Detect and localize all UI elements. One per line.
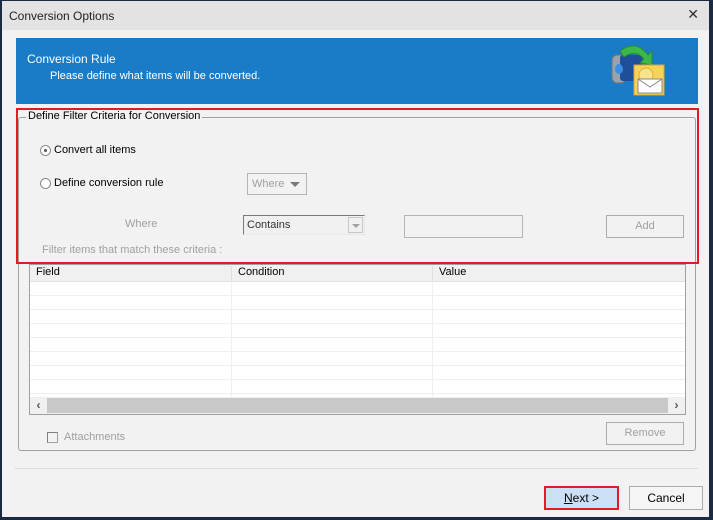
radio-button-unchecked[interactable] [40, 177, 51, 189]
criteria-table[interactable]: Field Condition Value ‹ › [29, 264, 686, 415]
where-dropdown-value: Where [252, 178, 285, 190]
convert-all-items-label: Convert all items [54, 144, 136, 156]
mailbox-to-envelope-conversion-icon [611, 45, 665, 96]
filter-items-label: Filter items that match these criteria : [42, 244, 223, 256]
scroll-right-icon[interactable]: › [668, 397, 685, 414]
header-banner: Conversion Rule Please define what items… [16, 38, 698, 104]
filter-criteria-legend: Define Filter Criteria for Conversion [26, 110, 203, 122]
table-row[interactable] [30, 380, 685, 394]
next-label: ext > [572, 491, 600, 505]
cancel-button[interactable]: Cancel [629, 486, 703, 510]
scroll-left-icon[interactable]: ‹ [30, 397, 47, 414]
add-button[interactable]: Add [606, 215, 684, 238]
define-conversion-rule-radio[interactable]: Define conversion rule [40, 177, 163, 189]
attachments-checkbox-row[interactable]: Attachments [47, 431, 125, 443]
where-label: Where [125, 218, 158, 230]
table-row[interactable] [30, 310, 685, 324]
column-divider [231, 281, 232, 398]
radio-button-checked[interactable] [40, 144, 51, 156]
next-button[interactable]: Next > [544, 486, 619, 510]
table-row[interactable] [30, 338, 685, 352]
table-header: Field Condition Value [30, 265, 685, 282]
column-header-value[interactable]: Value [432, 266, 685, 281]
chevron-down-icon [290, 182, 300, 187]
value-input[interactable] [404, 215, 523, 238]
table-row[interactable] [30, 296, 685, 310]
convert-all-items-radio[interactable]: Convert all items [40, 144, 136, 156]
title-bar: Conversion Options ✕ [2, 1, 709, 30]
banner-title: Conversion Rule [27, 52, 116, 66]
column-header-condition[interactable]: Condition [231, 266, 432, 281]
condition-dropdown[interactable]: Contains [243, 215, 365, 235]
window-title: Conversion Options [9, 9, 115, 23]
footer-divider [15, 468, 698, 469]
attachments-label: Attachments [64, 431, 126, 443]
next-accelerator: N [563, 491, 573, 505]
scrollbar-thumb[interactable] [47, 398, 668, 413]
chevron-down-icon[interactable] [348, 217, 363, 233]
table-row[interactable] [30, 366, 685, 380]
close-icon[interactable]: ✕ [687, 6, 699, 23]
table-row[interactable] [30, 352, 685, 366]
remove-button[interactable]: Remove [606, 422, 684, 445]
horizontal-scrollbar[interactable]: ‹ › [30, 397, 685, 414]
condition-dropdown-value: Contains [247, 219, 291, 231]
where-dropdown[interactable]: Where [247, 173, 307, 195]
column-header-field[interactable]: Field [30, 266, 232, 281]
define-conversion-rule-label: Define conversion rule [54, 177, 164, 189]
banner-subtitle: Please define what items will be convert… [50, 70, 261, 82]
column-divider [432, 281, 433, 398]
table-row[interactable] [30, 282, 685, 296]
attachments-checkbox[interactable] [47, 431, 58, 443]
table-row[interactable] [30, 324, 685, 338]
